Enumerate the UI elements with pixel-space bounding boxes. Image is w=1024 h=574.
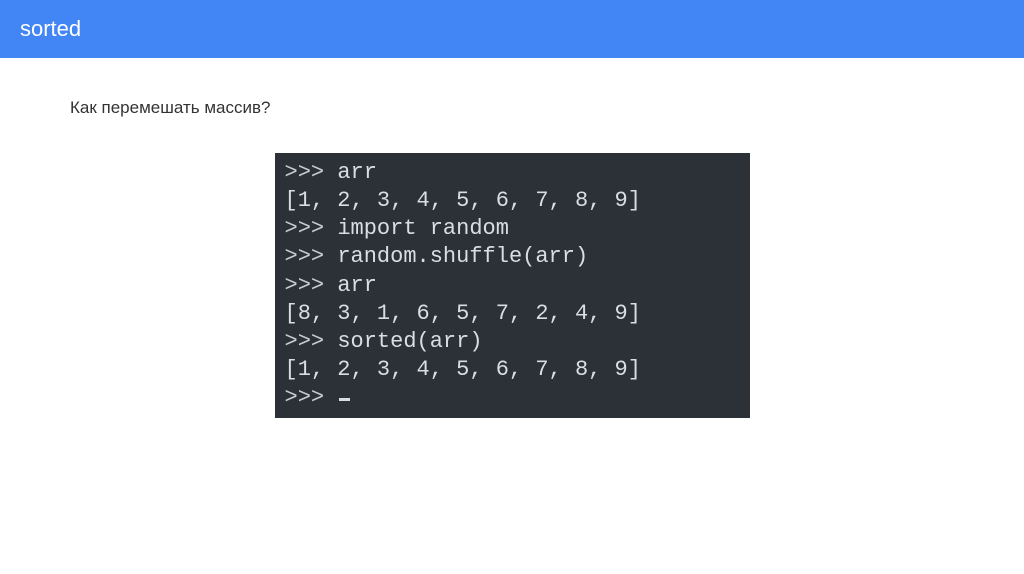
terminal-line: >>> arr (285, 273, 377, 298)
terminal-line: [8, 3, 1, 6, 5, 7, 2, 4, 9] (285, 301, 641, 326)
code-text: arr (337, 273, 377, 298)
cursor-icon (339, 398, 350, 401)
code-text: arr (337, 160, 377, 185)
question-text: Как перемешать массив? (70, 98, 954, 118)
prompt: >>> (285, 385, 338, 410)
prompt: >>> (285, 244, 338, 269)
terminal-line: [1, 2, 3, 4, 5, 6, 7, 8, 9] (285, 188, 641, 213)
terminal-line: >>> (285, 385, 351, 410)
prompt: >>> (285, 329, 338, 354)
prompt: >>> (285, 160, 338, 185)
output-text: [1, 2, 3, 4, 5, 6, 7, 8, 9] (285, 357, 641, 382)
terminal-line: >>> arr (285, 160, 377, 185)
slide-title: sorted (20, 16, 81, 41)
terminal-line: [1, 2, 3, 4, 5, 6, 7, 8, 9] (285, 357, 641, 382)
terminal-container: >>> arr [1, 2, 3, 4, 5, 6, 7, 8, 9] >>> … (70, 153, 954, 418)
terminal-line: >>> sorted(arr) (285, 329, 483, 354)
prompt: >>> (285, 216, 338, 241)
output-text: [1, 2, 3, 4, 5, 6, 7, 8, 9] (285, 188, 641, 213)
terminal-line: >>> import random (285, 216, 509, 241)
terminal-line: >>> random.shuffle(arr) (285, 244, 589, 269)
prompt: >>> (285, 273, 338, 298)
code-text: import random (337, 216, 509, 241)
output-text: [8, 3, 1, 6, 5, 7, 2, 4, 9] (285, 301, 641, 326)
code-text: random.shuffle(arr) (337, 244, 588, 269)
slide-header: sorted (0, 0, 1024, 58)
code-text: sorted(arr) (337, 329, 482, 354)
slide-content: Как перемешать массив? >>> arr [1, 2, 3,… (0, 58, 1024, 458)
terminal: >>> arr [1, 2, 3, 4, 5, 6, 7, 8, 9] >>> … (275, 153, 750, 418)
